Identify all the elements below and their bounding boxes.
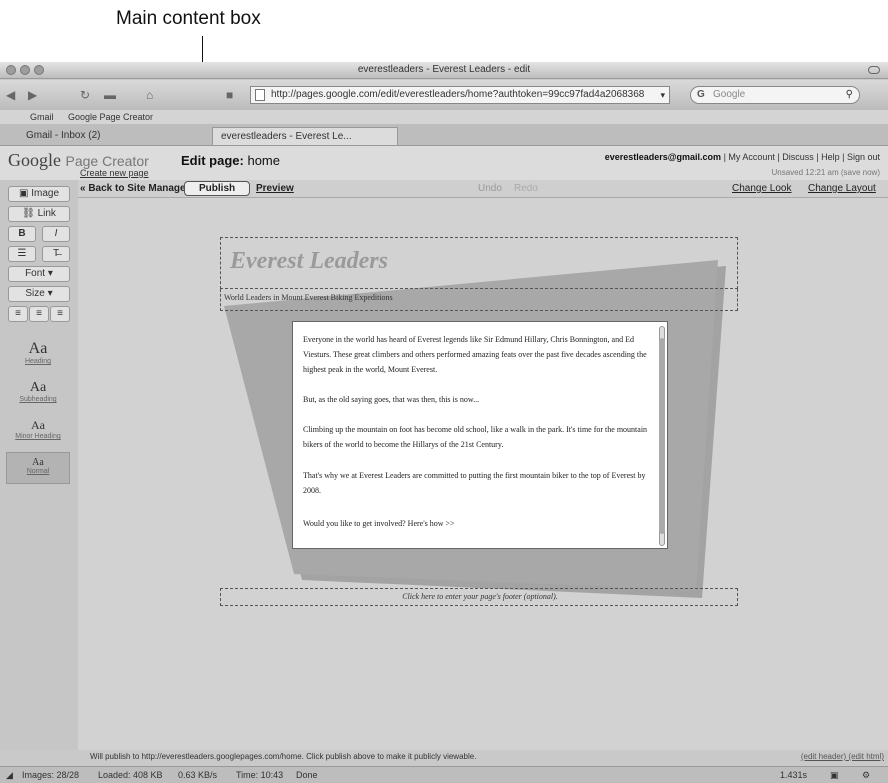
browser-status-bar: ◢ Images: 28/28 Loaded: 408 KB 0.63 KB/s… bbox=[0, 766, 888, 783]
content-paragraph: That's why we at Everest Leaders are com… bbox=[303, 471, 646, 495]
content-paragraph: But, as the old saying goes, that was th… bbox=[303, 395, 480, 404]
content-paragraph: Climbing up the mountain on foot has bec… bbox=[303, 425, 648, 449]
main-content-box[interactable]: Everyone in the world has heard of Evere… bbox=[292, 321, 668, 549]
status-done: Done bbox=[296, 770, 318, 780]
status-settings-icon[interactable]: ⚙ bbox=[862, 767, 870, 783]
status-icon: ◢ bbox=[6, 770, 13, 780]
status-speed: 0.63 KB/s bbox=[178, 770, 218, 780]
status-extension-icon[interactable]: ▣ bbox=[830, 767, 839, 783]
status-time: Time: 10:43 bbox=[236, 770, 284, 780]
site-title[interactable]: Everest Leaders bbox=[230, 248, 388, 275]
content-scrollbar-thumb[interactable] bbox=[659, 338, 665, 534]
site-tagline[interactable]: World Leaders in Mount Everest Biking Ex… bbox=[224, 293, 393, 302]
publish-note: Will publish to http://everestleaders.go… bbox=[90, 752, 477, 761]
edit-header-html-links[interactable]: (edit header) (edit html) bbox=[801, 752, 884, 761]
status-timing: 1.431s bbox=[780, 770, 808, 780]
content-paragraph: Would you like to get involved? Here's h… bbox=[303, 519, 455, 528]
footer-placeholder[interactable]: Click here to enter your page's footer (… bbox=[222, 592, 738, 601]
status-loaded: Loaded: 408 KB bbox=[98, 770, 163, 780]
content-paragraph: Everyone in the world has heard of Evere… bbox=[303, 335, 647, 374]
status-images: Images: 28/28 bbox=[22, 770, 80, 780]
